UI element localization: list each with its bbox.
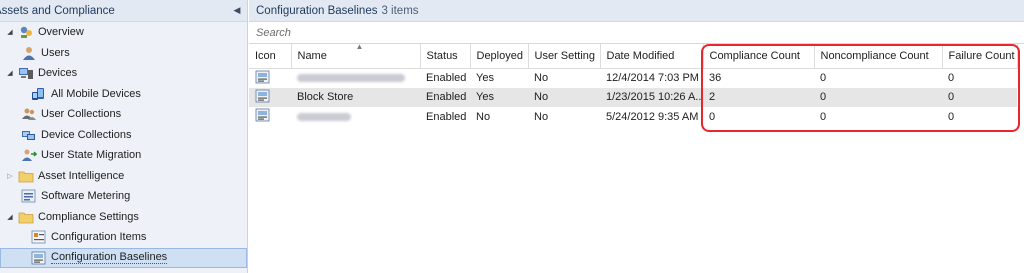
- expanded-arrow-icon[interactable]: ◢: [5, 213, 15, 221]
- baseline-failure-count: 0: [948, 110, 955, 123]
- baseline-deployed: Yes: [470, 87, 528, 107]
- software-metering-icon: [21, 189, 37, 203]
- baseline-date-modified: 1/23/2015 10:26 A...: [600, 87, 703, 107]
- redacted-name: [297, 112, 351, 121]
- baseline-noncompliance-count: 0: [820, 110, 827, 123]
- tree-item-user-collections[interactable]: User Collections: [0, 104, 247, 125]
- folder-icon: [18, 210, 34, 224]
- item-count: 3 items: [381, 4, 419, 17]
- baseline-icon: [249, 107, 291, 127]
- page-title: Configuration Baselines: [256, 4, 378, 17]
- user-collections-icon: [21, 107, 37, 121]
- overview-icon: [18, 25, 34, 39]
- baseline-status: Enabled: [426, 110, 467, 123]
- tree-item-overview[interactable]: ◢ Overview: [0, 22, 247, 43]
- expanded-arrow-icon[interactable]: ◢: [5, 28, 15, 36]
- devices-icon: [18, 66, 34, 80]
- expanded-arrow-icon[interactable]: ◢: [5, 69, 15, 77]
- table-row[interactable]: Enabled No No 5/24/2012 9:35 AM 0 0 0: [249, 107, 1017, 127]
- tree-item-all-mobile-devices[interactable]: All Mobile Devices: [0, 84, 247, 105]
- workspace-title: Assets and Compliance: [0, 4, 115, 17]
- folder-icon: [18, 169, 34, 183]
- baseline-status: Enabled: [426, 72, 467, 84]
- table-row[interactable]: Block Store Enabled Yes No 1/23/2015 10:…: [249, 87, 1017, 107]
- redacted-name: [297, 74, 405, 83]
- column-header-status[interactable]: Status: [420, 44, 471, 69]
- navigation-header: Assets and Compliance ◀: [0, 0, 247, 22]
- configuration-baselines-icon: [31, 251, 47, 265]
- search-bar: [249, 22, 1024, 44]
- tree-item-configuration-items[interactable]: Configuration Items: [0, 227, 247, 248]
- column-header-compliance-count[interactable]: Compliance Count: [703, 44, 815, 69]
- sort-ascending-icon: ▲: [355, 42, 364, 51]
- user-state-migration-icon: [21, 148, 37, 162]
- content-pane: Configuration Baselines 3 items Icon ▲Na…: [249, 0, 1024, 273]
- baseline-user-setting: No: [534, 72, 549, 84]
- navigation-pane: Assets and Compliance ◀ ◢ Overview Users…: [0, 0, 248, 273]
- tree-item-configuration-baselines[interactable]: Configuration Baselines: [0, 247, 247, 268]
- column-header-name[interactable]: ▲ Name: [291, 42, 421, 69]
- collapsed-arrow-icon[interactable]: ▷: [5, 172, 15, 180]
- baseline-noncompliance-count: 0: [814, 87, 942, 107]
- tree-item-software-metering[interactable]: Software Metering: [0, 186, 247, 207]
- baseline-icon: [249, 87, 291, 107]
- baseline-name: [291, 68, 420, 88]
- baseline-deployed: Yes: [476, 72, 494, 84]
- collapse-pane-icon[interactable]: ◀: [231, 5, 243, 16]
- baseline-name: Block Store: [291, 87, 420, 107]
- baseline-compliance-count: 0: [709, 110, 716, 123]
- baseline-failure-count: 0: [942, 87, 1017, 107]
- tree-item-devices[interactable]: ◢ Devices: [0, 63, 247, 84]
- baseline-status: Enabled: [420, 87, 470, 107]
- baseline-user-setting: No: [534, 110, 549, 123]
- baseline-date-modified: 12/4/2014 7:03 PM: [606, 72, 699, 84]
- baseline-user-setting: No: [528, 87, 600, 107]
- content-header: Configuration Baselines 3 items: [249, 0, 1024, 22]
- column-header-user-setting[interactable]: User Setting: [528, 44, 601, 69]
- column-header-deployed[interactable]: Deployed: [470, 44, 529, 69]
- baseline-name: [291, 107, 420, 127]
- baseline-noncompliance-count: 0: [820, 72, 827, 84]
- column-header-failure-count[interactable]: Failure Count: [942, 44, 1018, 69]
- baseline-failure-count: 0: [948, 72, 955, 84]
- baseline-date-modified: 5/24/2012 9:35 AM: [606, 110, 699, 123]
- column-header-icon[interactable]: Icon: [249, 44, 292, 69]
- table-header-row: Icon ▲ Name Status Deployed User Setting …: [249, 42, 1018, 69]
- baselines-table: Icon ▲ Name Status Deployed User Setting …: [249, 42, 1018, 127]
- configuration-items-icon: [31, 230, 47, 244]
- baseline-compliance-count: 36: [709, 72, 722, 84]
- tree-item-device-collections[interactable]: Device Collections: [0, 125, 247, 146]
- column-header-noncompliance-count[interactable]: Noncompliance Count: [814, 44, 943, 69]
- tree-item-user-state-migration[interactable]: User State Migration: [0, 145, 247, 166]
- search-input[interactable]: [256, 26, 656, 39]
- tree-item-compliance-settings[interactable]: ◢ Compliance Settings: [0, 207, 247, 228]
- baseline-icon: [249, 68, 291, 88]
- table-row[interactable]: Enabled Yes No 12/4/2014 7:03 PM 36 0 0: [249, 68, 1017, 88]
- tree-item-users[interactable]: Users: [0, 43, 247, 64]
- baseline-compliance-count: 2: [703, 87, 814, 107]
- column-header-date-modified[interactable]: Date Modified: [600, 44, 704, 69]
- device-collections-icon: [21, 128, 37, 142]
- users-icon: [21, 46, 37, 60]
- mobile-devices-icon: [31, 87, 47, 101]
- tree-item-asset-intelligence[interactable]: ▷ Asset Intelligence: [0, 166, 247, 187]
- baseline-deployed: No: [476, 110, 491, 123]
- navigation-tree: ◢ Overview Users ◢ Devices All Mobile De…: [0, 22, 247, 268]
